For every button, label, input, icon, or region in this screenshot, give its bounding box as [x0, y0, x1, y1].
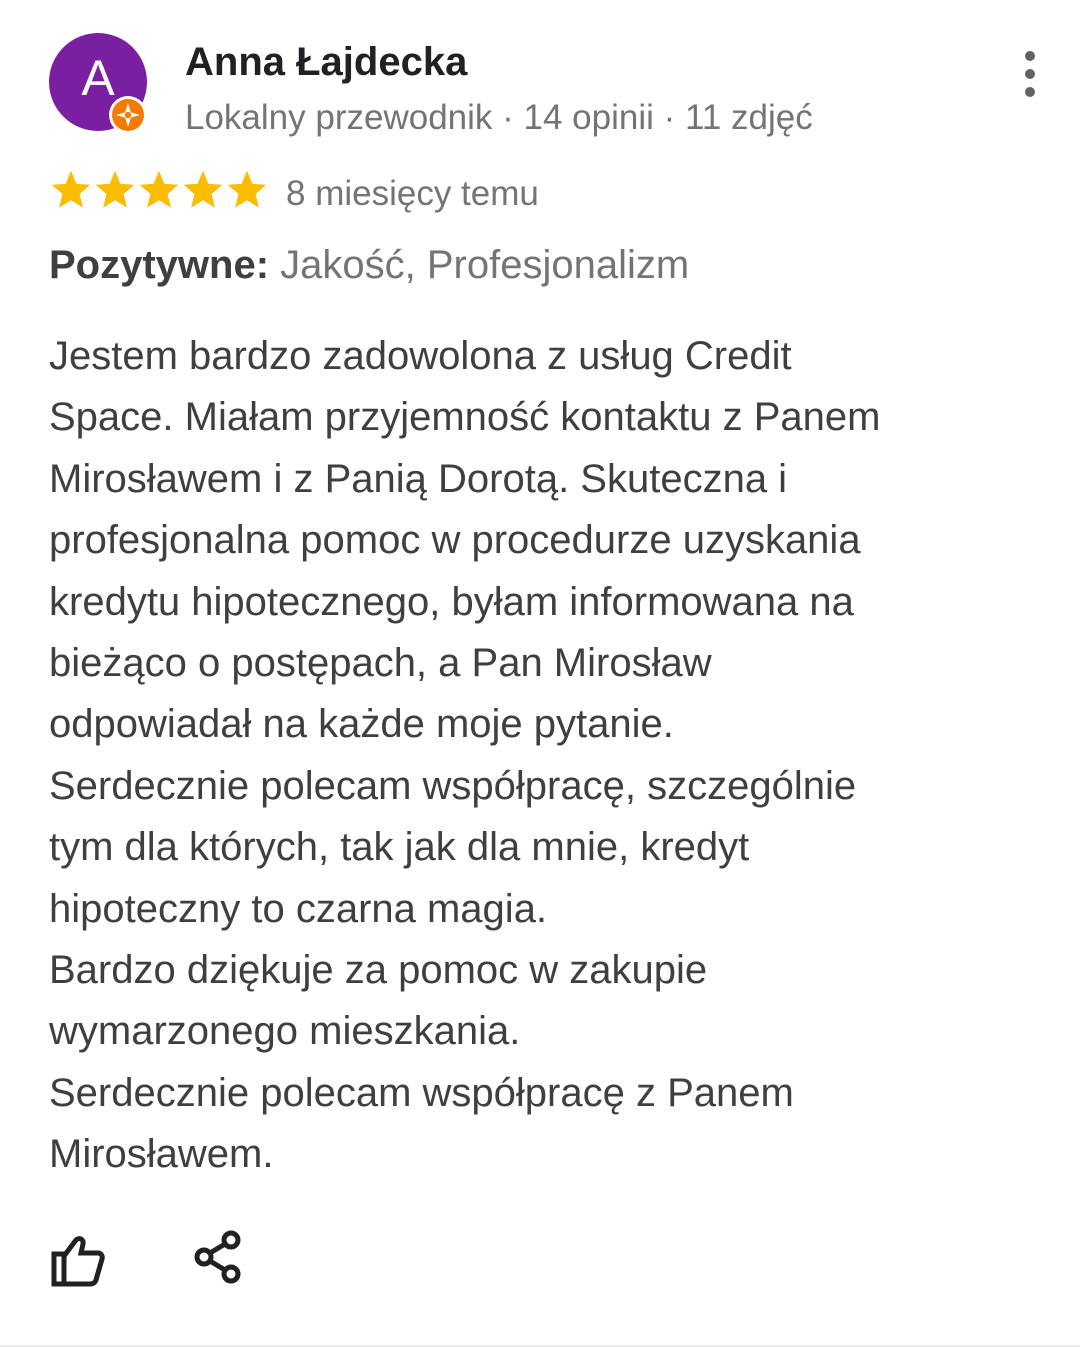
- star-rating: [49, 168, 269, 216]
- review-line: Serdecznie polecam współpracę, szczególn…: [49, 763, 857, 808]
- star-icon: [51, 170, 91, 208]
- review-line: Serdecznie polecam współpracę z Panem: [49, 1070, 794, 1115]
- review-text: Jestem bardzo zadowolona z usług Credit …: [49, 326, 1009, 1186]
- review-line: Mirosławem i z Panią Dorotą. Skuteczna i: [49, 456, 788, 501]
- review-line: wymarzonego mieszkania.: [49, 1009, 521, 1054]
- review-line: Jestem bardzo zadowolona z usług Credit: [49, 334, 792, 378]
- review-line: kredytu hipotecznego, byłam informowana …: [49, 579, 854, 624]
- thumb-up-icon[interactable]: [48, 1232, 106, 1288]
- star-icon: [95, 170, 135, 208]
- review-line: Mirosławem.: [49, 1132, 274, 1177]
- review-line: odpowiadał na każde moje pytanie.: [49, 702, 674, 747]
- review-line: hipoteczny to czarna magia.: [49, 886, 548, 931]
- local-guide-badge-icon: [109, 96, 147, 134]
- reviewer-meta: Lokalny przewodnik · 14 opinii · 11 zdję…: [185, 98, 813, 137]
- positives-row: Pozytywne: Jakość, Profesjonalizm: [49, 243, 689, 288]
- review-line: bieżąco o postępach, a Pan Mirosław: [49, 641, 712, 686]
- reviewer-name[interactable]: Anna Łajdecka: [185, 40, 467, 85]
- more-vert-icon[interactable]: [1008, 46, 1052, 102]
- star-icon: [227, 170, 267, 208]
- review-date: 8 miesięcy temu: [286, 174, 539, 213]
- star-icon: [183, 170, 223, 208]
- star-icon: [139, 170, 179, 208]
- review-line: profesjonalna pomoc w procedurze uzyskan…: [49, 518, 861, 563]
- positives-value: Jakość, Profesjonalizm: [269, 243, 690, 287]
- review-line: Space. Miałam przyjemność kontaktu z Pan…: [49, 395, 881, 440]
- review-line: tym dla których, tak jak dla mnie, kredy…: [49, 825, 750, 870]
- review-line: Bardzo dziękuje za pomoc w zakupie: [49, 948, 708, 993]
- positives-label: Pozytywne:: [49, 243, 270, 287]
- share-icon[interactable]: [192, 1230, 244, 1284]
